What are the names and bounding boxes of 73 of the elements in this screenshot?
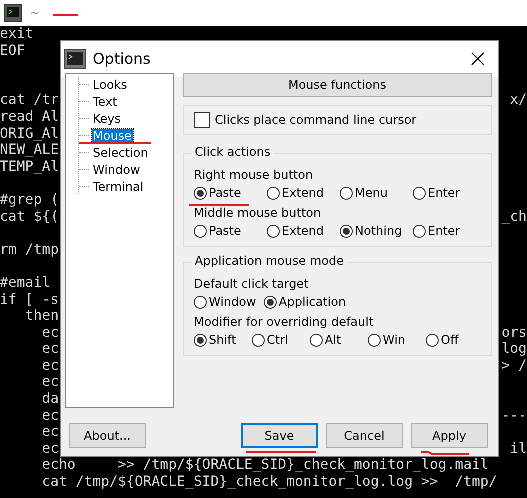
radio-option[interactable]: Win — [368, 331, 426, 349]
underline-mark — [420, 451, 470, 455]
terminal-text: x/ — [509, 92, 527, 109]
terminal-text: #grep ( — [0, 192, 60, 209]
terminal-text: log — [500, 341, 527, 358]
option-label: Middle mouse button — [194, 206, 322, 220]
terminal-text: read Al — [0, 108, 60, 126]
underline-mark — [52, 13, 79, 17]
terminal-text: --- — [500, 408, 527, 424]
dialog-button[interactable]: Cancel — [326, 423, 403, 448]
terminal-text: il — [509, 440, 527, 458]
terminal-text: ec — [41, 358, 60, 374]
tree-item[interactable]: Keys — [92, 112, 122, 126]
terminal-text: ORIG_Al — [0, 126, 60, 142]
radio-option[interactable]: Shift — [194, 331, 252, 349]
terminal-text: ec — [41, 341, 60, 358]
radio-option[interactable]: Application — [264, 293, 481, 311]
radio-option[interactable]: Alt — [310, 331, 368, 349]
section-header: Mouse functions — [183, 73, 492, 97]
terminal-text: _ch — [500, 208, 527, 226]
radio-option[interactable]: Paste — [194, 222, 267, 240]
terminal-text: ec — [41, 408, 60, 424]
radio-option[interactable]: Extend — [267, 222, 340, 240]
radio-option[interactable]: Nothing — [340, 222, 413, 240]
terminal-text: TEMP_Al — [0, 158, 60, 176]
radio-option[interactable]: Window — [194, 293, 264, 311]
dialog-button[interactable]: About... — [69, 423, 146, 448]
radio-option[interactable]: Enter — [413, 222, 481, 240]
option-label: Default click target — [194, 277, 310, 291]
terminal-text: ec — [41, 324, 60, 342]
terminal-text: #email — [0, 274, 51, 292]
tree-item[interactable]: Text — [92, 94, 118, 108]
radio-option[interactable]: Extend — [267, 184, 340, 202]
radio-option[interactable]: Off — [426, 331, 481, 349]
tree-item[interactable]: Mouse — [92, 128, 133, 142]
option-label: Right mouse button — [194, 168, 314, 182]
radio-option[interactable]: Enter — [413, 184, 481, 202]
radio-option[interactable]: Ctrl — [252, 331, 310, 349]
terminal-text: cat ${( — [0, 208, 60, 226]
underline-mark — [245, 451, 317, 454]
terminal-text: echo >> /tmp/${ORACLE_SID}_check_monitor_log.mail — [41, 457, 489, 474]
underline-mark — [188, 204, 250, 207]
terminal-text: ors — [500, 324, 527, 342]
terminal-text: da — [41, 391, 60, 408]
window-title: ~ — [30, 6, 40, 20]
option-label: Modifier for overriding default — [194, 315, 375, 329]
terminal-text: NEW_ALE — [0, 142, 60, 159]
terminal-text: ec — [41, 374, 60, 392]
terminal-icon — [64, 49, 86, 69]
terminal-text: ec — [41, 440, 60, 458]
terminal-text: then — [24, 308, 60, 325]
dialog-title: Options — [93, 50, 152, 68]
terminal-icon — [4, 4, 22, 22]
close-icon — [470, 51, 486, 67]
tree-item[interactable]: Selection — [92, 146, 150, 160]
tree-item[interactable]: Looks — [92, 78, 128, 92]
terminal-text: > / — [500, 358, 527, 374]
tree-item[interactable]: Terminal — [92, 180, 145, 194]
dialog-button[interactable]: Save — [241, 423, 318, 448]
terminal-text: if [ -s — [0, 292, 60, 308]
close-button[interactable] — [470, 51, 486, 67]
terminal-text: EOF — [0, 42, 26, 60]
terminal-text: exit — [0, 26, 34, 43]
terminal-text: rm /tmp — [0, 242, 60, 258]
dialog-button[interactable]: Apply — [411, 423, 488, 448]
radio-option[interactable]: Menu — [340, 184, 413, 202]
group-title: Click actions — [192, 145, 274, 159]
terminal-text: cat /tr — [0, 92, 60, 109]
group-title: Application mouse mode — [192, 254, 347, 268]
tree-item[interactable]: Window — [92, 162, 142, 176]
radio-option[interactable]: Paste — [194, 184, 267, 202]
terminal-text: ec — [41, 424, 60, 441]
terminal-text: cat /tmp/${ORACLE_SID}_check_monitor_log.log >> /tmp/ — [41, 474, 498, 491]
